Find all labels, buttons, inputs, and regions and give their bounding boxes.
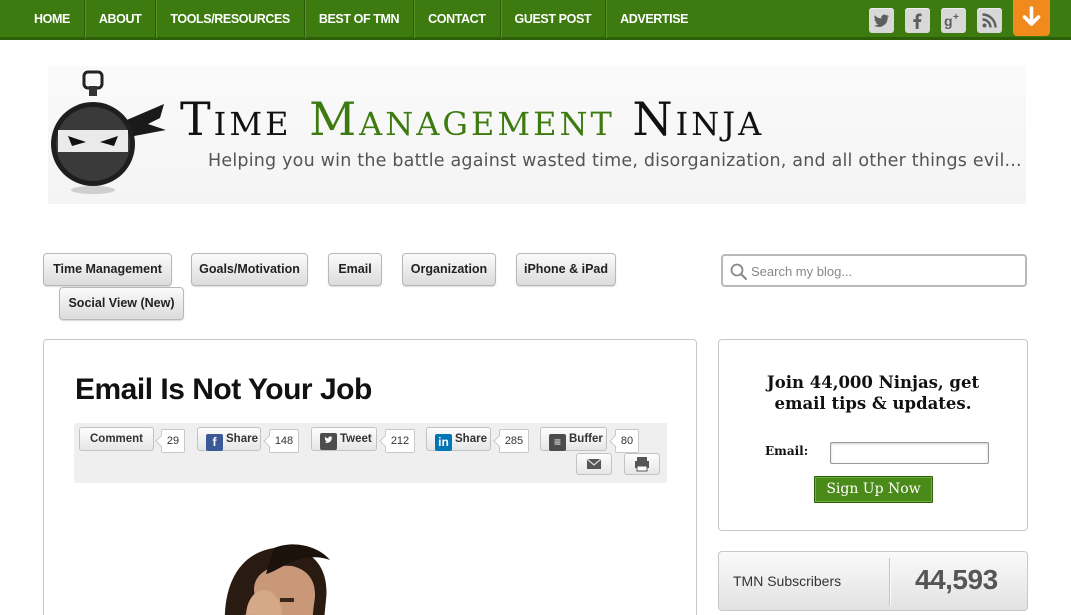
linkedin-share-label: Share bbox=[455, 433, 487, 445]
article-photo-man bbox=[224, 544, 330, 615]
facebook-share-label: Share bbox=[226, 433, 258, 445]
facebook-share-count: 148 bbox=[269, 429, 299, 453]
envelope-icon bbox=[586, 458, 602, 469]
article-card: Email Is Not Your Job Comment 29 f Share … bbox=[43, 339, 697, 615]
google-plus-icon[interactable]: g + bbox=[941, 8, 966, 33]
svg-text:+: + bbox=[953, 12, 959, 23]
search-icon bbox=[730, 263, 747, 280]
category-goals-motivation[interactable]: Goals/Motivation bbox=[191, 253, 308, 286]
twitter-icon bbox=[320, 433, 337, 450]
nav-contact[interactable]: CONTACT bbox=[414, 0, 501, 38]
divider bbox=[889, 558, 890, 606]
subscribers-label: TMN Subscribers bbox=[733, 573, 842, 589]
category-email[interactable]: Email bbox=[328, 253, 382, 286]
tweet-count: 212 bbox=[385, 429, 415, 453]
signup-heading: Join 44,000 Ninjas, get email tips & upd… bbox=[766, 373, 980, 413]
buffer-button[interactable]: ≡ Buffer bbox=[540, 427, 607, 451]
svg-text:g: g bbox=[944, 13, 953, 29]
top-navigation-bar: HOME ABOUT TOOLS/RESOURCES BEST OF TMN C… bbox=[0, 0, 1071, 40]
subscribers-count: 44,593 bbox=[915, 564, 998, 595]
linkedin-share-button[interactable]: in Share bbox=[426, 427, 491, 451]
comment-label: Comment bbox=[89, 433, 144, 445]
comment-button[interactable]: Comment bbox=[79, 427, 154, 451]
category-social-view[interactable]: Social View (New) bbox=[59, 287, 184, 320]
rss-icon[interactable] bbox=[977, 8, 1002, 33]
subscribers-counter: TMN Subscribers 44,593 bbox=[718, 551, 1028, 611]
sign-up-button[interactable]: Sign Up Now bbox=[814, 476, 933, 503]
buffer-count: 80 bbox=[615, 429, 639, 453]
newsletter-signup-box: Join 44,000 Ninjas, get email tips & upd… bbox=[718, 339, 1028, 531]
facebook-icon[interactable] bbox=[905, 8, 930, 33]
category-time-management[interactable]: Time Management bbox=[43, 253, 172, 286]
nav-tools-resources[interactable]: TOOLS/RESOURCES bbox=[156, 0, 305, 38]
ninja-stopwatch-icon bbox=[51, 70, 166, 194]
linkedin-share-count: 285 bbox=[499, 429, 529, 453]
category-organization[interactable]: Organization bbox=[402, 253, 496, 286]
arrow-down-button[interactable] bbox=[1013, 0, 1050, 36]
site-title: Time Management Ninja bbox=[180, 92, 765, 146]
nav-about[interactable]: ABOUT bbox=[85, 0, 157, 38]
nav-best-of-tmn[interactable]: BEST OF TMN bbox=[305, 0, 415, 38]
twitter-icon[interactable] bbox=[869, 8, 894, 33]
buffer-icon: ≡ bbox=[549, 434, 566, 451]
article-title[interactable]: Email Is Not Your Job bbox=[75, 373, 372, 407]
site-logo[interactable]: Time Management Ninja Helping you win th… bbox=[48, 66, 1026, 204]
share-bar: Comment 29 f Share 148 Tweet 212 in Share … bbox=[74, 423, 667, 483]
search-input[interactable] bbox=[751, 261, 1011, 281]
print-article-button[interactable] bbox=[624, 453, 660, 475]
nav-advertise[interactable]: ADVERTISE bbox=[606, 0, 702, 38]
printer-icon bbox=[635, 457, 649, 472]
linkedin-icon: in bbox=[435, 434, 452, 451]
email-field[interactable] bbox=[830, 442, 989, 464]
tweet-label: Tweet bbox=[340, 433, 372, 445]
nav-home[interactable]: HOME bbox=[20, 0, 85, 38]
email-label: Email: bbox=[765, 444, 809, 458]
top-nav-links: HOME ABOUT TOOLS/RESOURCES BEST OF TMN C… bbox=[20, 0, 702, 38]
search-box bbox=[721, 254, 1027, 287]
nav-guest-post[interactable]: GUEST POST bbox=[501, 0, 607, 38]
facebook-share-button[interactable]: f Share bbox=[197, 427, 261, 451]
comment-count: 29 bbox=[161, 429, 185, 453]
arrow-down-icon bbox=[1022, 6, 1041, 26]
site-tagline: Helping you win the battle against waste… bbox=[208, 151, 1022, 171]
email-article-button[interactable] bbox=[576, 453, 612, 475]
buffer-label: Buffer bbox=[569, 433, 603, 445]
tweet-button[interactable]: Tweet bbox=[311, 427, 377, 451]
facebook-icon: f bbox=[206, 434, 223, 451]
category-iphone-ipad[interactable]: iPhone & iPad bbox=[516, 253, 616, 286]
